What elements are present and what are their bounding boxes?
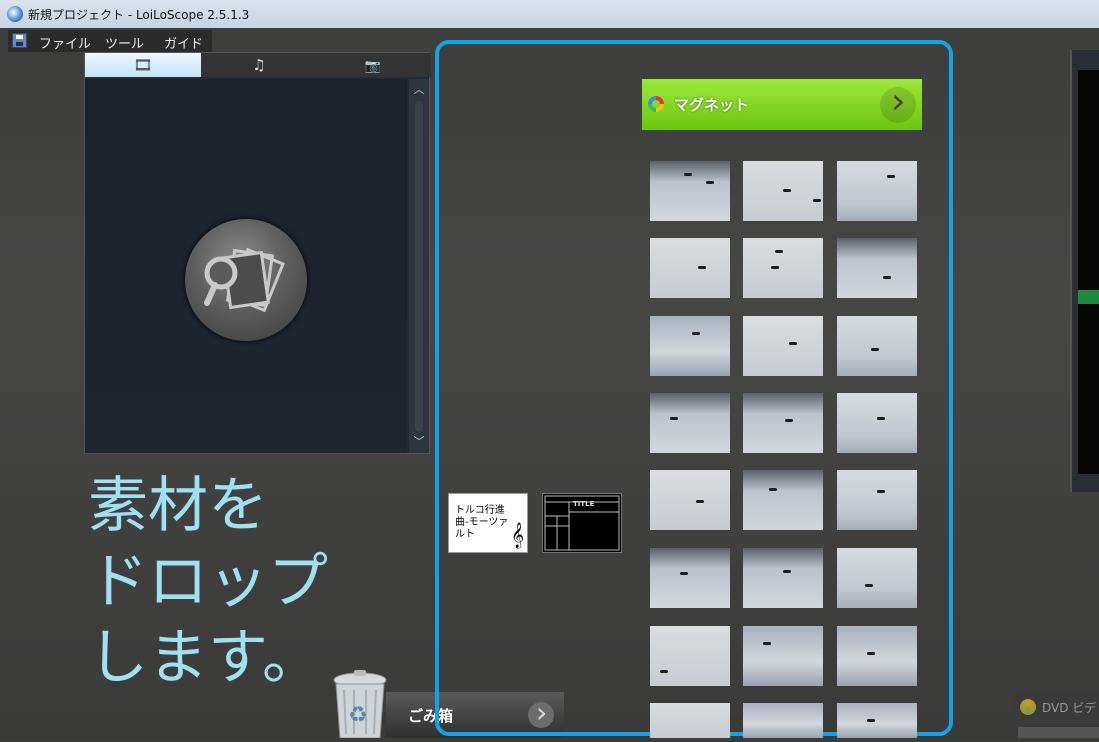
magnet-label: マグネット (674, 96, 750, 114)
photo-thumbnail[interactable] (650, 316, 730, 376)
tab-photo[interactable]: 📷 (315, 53, 431, 77)
recycle-bin-icon[interactable]: ♻ (330, 670, 390, 739)
disc-icon (1020, 699, 1036, 715)
app-icon (7, 6, 23, 22)
camera-icon: 📷 (364, 59, 382, 74)
photo-thumbnail[interactable] (837, 393, 917, 453)
photo-thumbnail[interactable] (650, 161, 730, 221)
photo-thumbnail[interactable] (837, 316, 917, 376)
timeline-marker (1078, 290, 1099, 304)
scrollbar-track[interactable] (415, 101, 423, 431)
photo-thumbnail[interactable] (743, 548, 823, 608)
photo-thumbnail[interactable] (837, 238, 917, 298)
chevron-up-icon[interactable]: ︿ (409, 81, 429, 99)
photo-thumbnail[interactable] (743, 238, 823, 298)
treble-clef-icon: 𝄞 (510, 523, 524, 548)
dvd-controls[interactable] (1018, 727, 1099, 738)
drop-prompt: 素材を ドロップ します。 (88, 468, 328, 696)
library-scrollbar[interactable]: ︿ ﹀ (409, 79, 429, 453)
drop-prompt-line1: 素材を (88, 471, 268, 541)
drop-prompt-line3: します。 (88, 623, 322, 693)
photo-thumbnail[interactable] (650, 470, 730, 530)
photo-thumbnail[interactable] (650, 393, 730, 453)
dvd-label: DVD ビデ (1042, 701, 1097, 715)
drop-prompt-line2: ドロップ (88, 547, 328, 617)
dvd-button[interactable]: DVD ビデ (1014, 690, 1099, 724)
photo-thumbnail[interactable] (743, 703, 823, 738)
menu-bar: ファイル ツール ガイド (8, 30, 212, 52)
photo-thumbnail[interactable] (837, 703, 917, 738)
photo-thumbnail[interactable] (650, 238, 730, 298)
photo-thumbnail[interactable] (837, 548, 917, 608)
photo-thumbnail[interactable] (743, 393, 823, 453)
title-card-caption: TITLE (573, 500, 595, 508)
music-item-title: トルコ行進曲-モーツァルト (455, 505, 509, 540)
photo-thumbnail[interactable] (837, 470, 917, 530)
menu-guide[interactable]: ガイド (164, 33, 203, 52)
photo-thumbnail[interactable] (837, 626, 917, 686)
tab-music[interactable]: ♫ (201, 53, 317, 77)
tab-video[interactable]: 🎞 (85, 53, 201, 77)
chevron-right-icon (880, 81, 916, 123)
photo-thumbnail[interactable] (650, 703, 730, 738)
photo-thumbnail[interactable] (650, 548, 730, 608)
photo-thumbnail[interactable] (650, 626, 730, 686)
photo-thumbnail[interactable] (743, 626, 823, 686)
title-bar: 新規プロジェクト - LoiLoScope 2.5.1.3 (0, 0, 1099, 28)
preview-panel[interactable] (1070, 50, 1099, 492)
film-icon: 🎞 (133, 56, 153, 74)
music-note-icon: ♫ (252, 56, 266, 74)
library-tabs: 🎞 ♫ 📷 (85, 53, 431, 77)
photo-thumbnail[interactable] (837, 161, 917, 221)
photo-thumbnail[interactable] (743, 161, 823, 221)
media-library: 🎞 ♫ 📷 ︿ ﹀ (84, 52, 431, 454)
title-card-item[interactable]: TITLE (542, 493, 622, 553)
menu-tools[interactable]: ツール (105, 33, 144, 52)
music-item[interactable]: トルコ行進曲-モーツァルト 𝄞 (448, 493, 528, 553)
browse-media-icon[interactable] (185, 219, 307, 341)
photo-thumbnail[interactable] (743, 470, 823, 530)
magnet-logo-icon (648, 96, 664, 112)
photo-thumbnail[interactable] (743, 316, 823, 376)
magnet-button[interactable]: マグネット (642, 79, 922, 130)
window-title: 新規プロジェクト - LoiLoScope 2.5.1.3 (28, 8, 250, 22)
chevron-down-icon[interactable]: ﹀ (409, 433, 429, 451)
preview-screen (1078, 70, 1099, 474)
library-content[interactable] (85, 79, 407, 453)
svg-text:♻: ♻ (348, 703, 368, 728)
menu-file[interactable]: ファイル (39, 33, 91, 52)
save-icon[interactable] (12, 33, 27, 48)
